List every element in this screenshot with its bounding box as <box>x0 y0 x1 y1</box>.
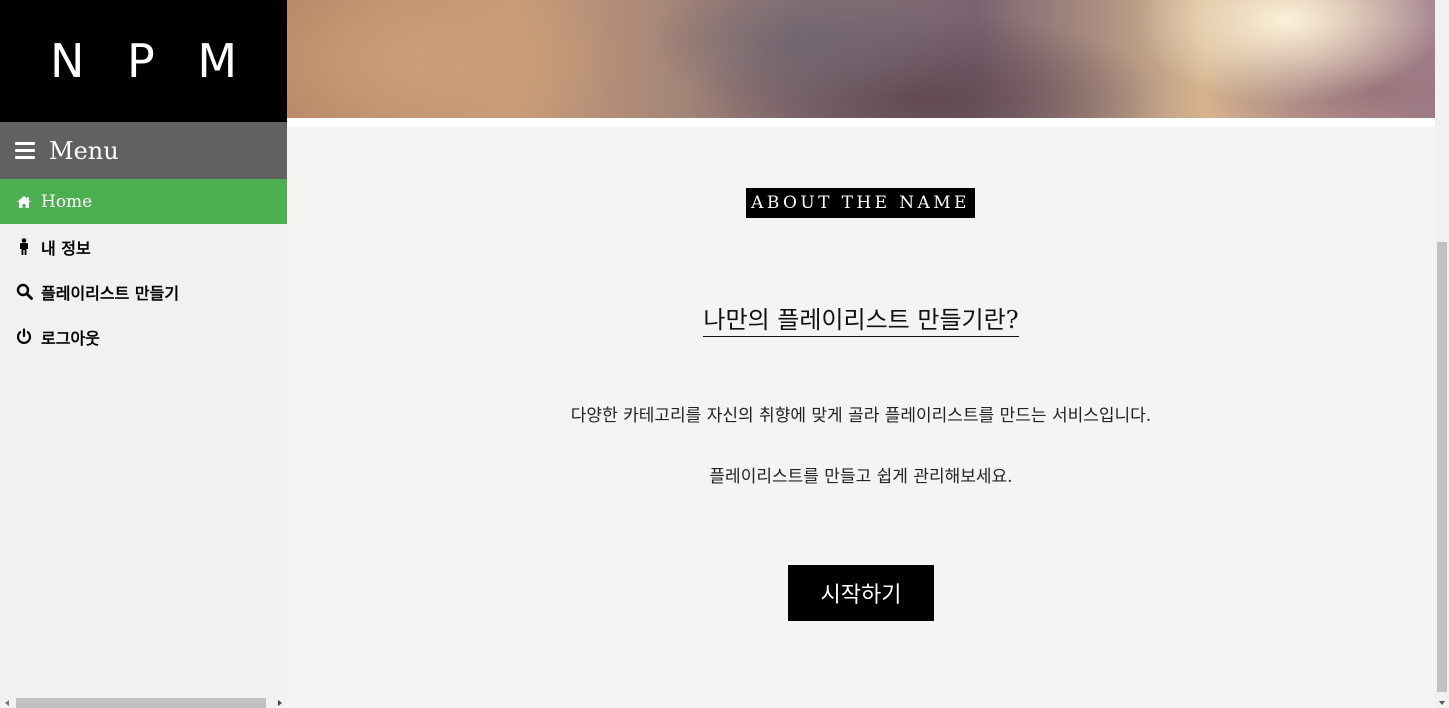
hero-image <box>287 0 1435 118</box>
nav-item-home[interactable]: Home <box>0 179 287 224</box>
search-icon <box>15 283 33 301</box>
hamburger-icon <box>15 142 35 159</box>
description-line-2: 플레이리스트를 만들고 쉽게 관리해보세요. <box>709 467 1013 487</box>
logo[interactable]: N P M <box>0 0 287 122</box>
person-icon <box>15 237 33 256</box>
nav-item-label: 내 정보 <box>41 238 91 258</box>
logo-text: N P M <box>49 34 252 88</box>
nav-item-logout[interactable]: 로그아웃 <box>0 314 287 359</box>
scrollbar-thumb[interactable] <box>1437 242 1447 692</box>
start-button[interactable]: 시작하기 <box>788 565 934 621</box>
menu-label: Menu <box>49 136 119 165</box>
about-badge: ABOUT THE NAME <box>746 188 975 218</box>
nav-item-label: Home <box>41 191 93 212</box>
nav-item-label: 로그아웃 <box>41 328 100 348</box>
power-icon <box>15 328 33 346</box>
home-icon <box>15 193 33 211</box>
menu-toggle[interactable]: Menu <box>0 122 287 179</box>
sidebar: N P M Menu Home 내 정보 플레이리스트 만들기 로그아웃 <box>0 0 287 708</box>
description-line-1: 다양한 카테고리를 자신의 취향에 맞게 골라 플레이리스트를 만드는 서비스입… <box>570 406 1152 426</box>
vertical-scrollbar[interactable] <box>1435 0 1449 708</box>
section-heading-wrap: 나만의 플레이리스트 만들기란? <box>287 300 1435 337</box>
scrollbar-thumb[interactable] <box>16 698 266 708</box>
scroll-left-icon[interactable] <box>5 700 9 706</box>
scroll-right-icon[interactable] <box>278 700 282 706</box>
scroll-down-icon[interactable] <box>1439 701 1445 705</box>
main-content: ABOUT THE NAME 나만의 플레이리스트 만들기란? 다양한 카테고리… <box>287 0 1435 708</box>
nav-item-make-playlist[interactable]: 플레이리스트 만들기 <box>0 269 287 314</box>
section-heading: 나만의 플레이리스트 만들기란? <box>703 306 1019 337</box>
nav-item-label: 플레이리스트 만들기 <box>41 283 180 303</box>
horizontal-scrollbar[interactable] <box>0 697 287 708</box>
hero-divider <box>287 118 1435 127</box>
nav-item-my-info[interactable]: 내 정보 <box>0 224 287 269</box>
